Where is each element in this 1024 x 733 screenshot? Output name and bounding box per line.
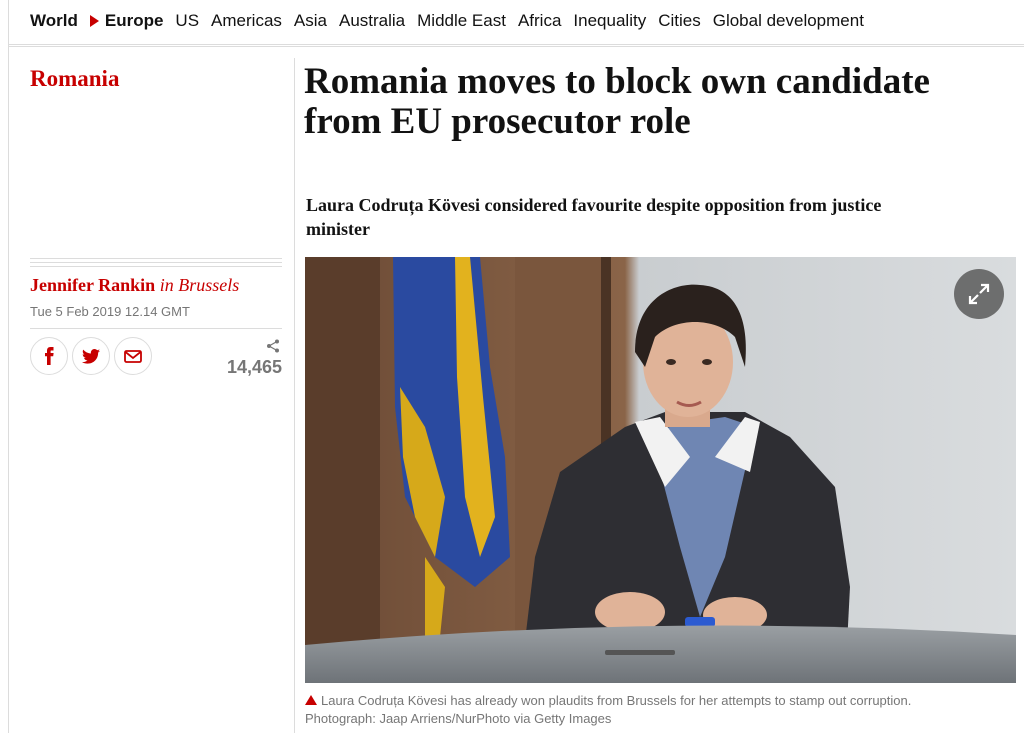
expand-image-button[interactable] bbox=[954, 269, 1004, 319]
facebook-icon bbox=[43, 347, 55, 365]
photo-caption: Laura Codruța Kövesi has already won pla… bbox=[305, 692, 1016, 728]
share-icon bbox=[266, 339, 280, 358]
byline-rules bbox=[30, 258, 282, 270]
share-buttons bbox=[30, 337, 156, 375]
photo-illustration bbox=[305, 257, 1016, 683]
byline-location: in Brussels bbox=[159, 275, 240, 295]
twitter-share-button[interactable] bbox=[72, 337, 110, 375]
email-share-button[interactable] bbox=[114, 337, 152, 375]
article-photo bbox=[305, 257, 1016, 683]
nav-divider bbox=[8, 44, 1024, 45]
author-link[interactable]: Jennifer Rankin bbox=[30, 275, 155, 295]
article-headline: Romania moves to block own candidate fro… bbox=[304, 61, 930, 142]
byline: Jennifer Rankin in Brussels bbox=[30, 275, 239, 296]
publish-date: Tue 5 Feb 2019 12.14 GMT bbox=[30, 304, 190, 319]
meta-divider bbox=[30, 328, 282, 329]
facebook-share-button[interactable] bbox=[30, 337, 68, 375]
expand-icon bbox=[967, 282, 991, 306]
photo-credit: Photograph: Jaap Arriens/NurPhoto via Ge… bbox=[305, 711, 612, 726]
twitter-icon bbox=[82, 348, 100, 364]
share-count: 14,465 bbox=[226, 357, 282, 377]
email-icon bbox=[124, 349, 142, 363]
section-label-link[interactable]: Romania bbox=[30, 66, 119, 92]
column-divider bbox=[294, 58, 295, 733]
nav-us[interactable]: US bbox=[175, 11, 199, 31]
article-standfirst: Laura Codruța Kövesi considered favourit… bbox=[306, 195, 882, 239]
nav-global-development[interactable]: Global development bbox=[713, 11, 864, 31]
caption-text: Laura Codruța Kövesi has already won pla… bbox=[321, 693, 912, 708]
nav-divider-secondary bbox=[8, 46, 1024, 47]
section-nav: World Europe US Americas Asia Australia Middle… bbox=[30, 8, 876, 34]
nav-africa[interactable]: Africa bbox=[518, 11, 561, 31]
nav-world[interactable]: World bbox=[30, 11, 78, 31]
nav-australia[interactable]: Australia bbox=[339, 11, 405, 31]
nav-asia[interactable]: Asia bbox=[294, 11, 327, 31]
caption-triangle-icon bbox=[305, 695, 317, 705]
nav-europe[interactable]: Europe bbox=[105, 11, 164, 31]
nav-middle-east[interactable]: Middle East bbox=[417, 11, 506, 31]
breadcrumb-arrow-icon bbox=[89, 15, 99, 27]
nav-inequality[interactable]: Inequality bbox=[573, 11, 646, 31]
nav-cities[interactable]: Cities bbox=[658, 11, 701, 31]
nav-americas[interactable]: Americas bbox=[211, 11, 282, 31]
